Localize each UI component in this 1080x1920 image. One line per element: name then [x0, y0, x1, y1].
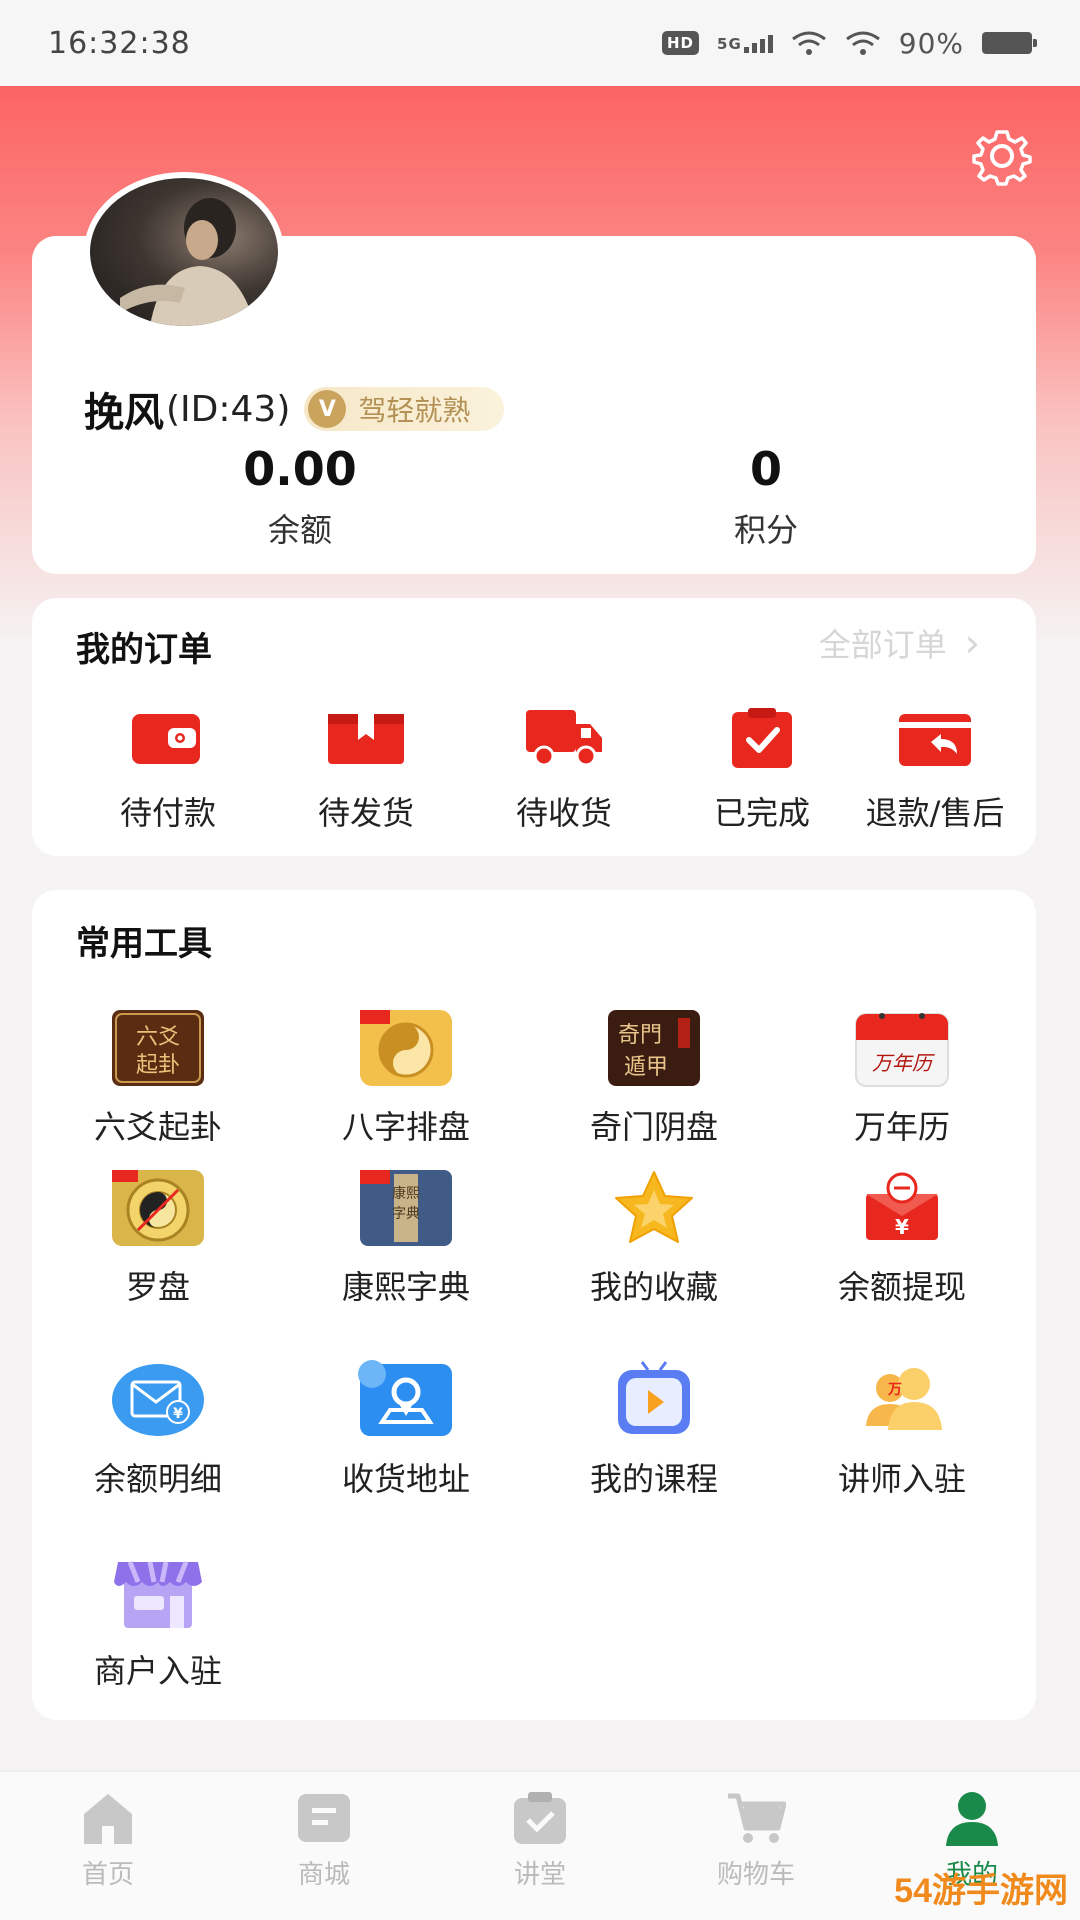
balance-stat[interactable]: 0.00 余额 [150, 444, 450, 551]
tools-title: 常用工具 [76, 924, 212, 964]
user-name: 挽风 [84, 390, 164, 436]
balance-detail-icon: ¥ [112, 1364, 204, 1436]
dictionary-icon: 康熙字典 [360, 1170, 452, 1246]
refund-icon [899, 714, 971, 766]
site-watermark: 54游手游网 [894, 1872, 1068, 1910]
tool-favorites[interactable]: 我的收藏 [529, 1168, 779, 1308]
all-orders-link[interactable]: 全部订单 › [819, 620, 980, 666]
truck-icon [526, 710, 602, 767]
compass-icon [112, 1170, 204, 1246]
svg-text:奇門: 奇門 [618, 1023, 662, 1048]
lecture-icon [514, 1792, 566, 1844]
status-time: 16:32:38 [48, 25, 191, 61]
lecturer-icon: 万 [866, 1368, 942, 1430]
orders-title: 我的订单 [76, 630, 212, 670]
calendar-icon: 万年历 [855, 1013, 949, 1087]
merchant-icon [114, 1561, 202, 1628]
svg-text:康熙: 康熙 [392, 1185, 420, 1202]
avatar[interactable] [84, 172, 284, 332]
all-orders-label: 全部订单 [818, 626, 947, 664]
wallet-icon [132, 714, 200, 764]
tool-merchant-join[interactable]: 商户入驻 [33, 1552, 283, 1692]
liuyao-icon: 六爻起卦 [112, 1010, 204, 1086]
profile-icon [946, 1792, 998, 1846]
tools-card: 常用工具 六爻 起卦 六爻起卦 八字排盘 奇門 遁甲 奇门阴盘 万年历 万年历 罗盘… [32, 890, 1036, 1720]
wifi-calling-icon [791, 31, 826, 55]
balance-value: 0.00 [243, 442, 357, 496]
order-pending-payment[interactable]: 待付款 [68, 706, 268, 834]
address-icon [358, 1360, 452, 1436]
bazi-icon [360, 1010, 452, 1086]
order-pending-shipment[interactable]: 待发货 [266, 706, 466, 834]
order-refund-aftersale[interactable]: 退款/售后 [830, 706, 1040, 834]
star-icon [615, 1171, 693, 1243]
svg-text:万年历: 万年历 [872, 1051, 935, 1075]
chevron-right-icon: › [964, 621, 980, 665]
battery-icon [982, 32, 1037, 54]
svg-text:万: 万 [887, 1382, 902, 1398]
level-badge[interactable]: V 驾轻就熟 [304, 387, 505, 431]
points-stat[interactable]: 0 积分 [616, 444, 916, 551]
tool-withdraw[interactable]: ¥ 余额提现 [777, 1168, 1027, 1308]
order-pending-receipt[interactable]: 待收货 [464, 706, 664, 834]
tool-calendar[interactable]: 万年历 万年历 [777, 1008, 1027, 1148]
svg-text:六爻: 六爻 [136, 1025, 180, 1050]
svg-text:遁甲: 遁甲 [624, 1055, 668, 1080]
tab-mall[interactable]: 商城 [216, 1772, 432, 1920]
svg-text:起卦: 起卦 [136, 1053, 180, 1078]
tool-lecturer-join[interactable]: 万 讲师入驻 [777, 1360, 1027, 1500]
tool-balance-detail[interactable]: ¥ 余额明细 [33, 1360, 283, 1500]
avatar-photo [120, 198, 255, 326]
tab-lecture[interactable]: 讲堂 [432, 1772, 648, 1920]
settings-gear-icon[interactable] [972, 126, 1032, 186]
cart-icon [728, 1793, 786, 1843]
withdraw-icon: ¥ [866, 1172, 938, 1240]
home-icon [84, 1794, 132, 1844]
user-info-row: 挽风 (ID:43) V 驾轻就熟 [84, 380, 505, 438]
battery-percent: 90% [898, 26, 964, 60]
orders-card: 我的订单 全部订单 › 待付款 待发货 待收货 已完成 退款/售后 [32, 598, 1036, 856]
tool-my-courses[interactable]: 我的课程 [529, 1360, 779, 1500]
points-value: 0 [749, 442, 782, 496]
qimen-icon: 奇門遁甲 [608, 1010, 700, 1086]
tool-kangxi-dictionary[interactable]: 康熙 字典 康熙字典 [281, 1168, 531, 1308]
course-icon [618, 1361, 690, 1434]
user-id: (ID:43) [166, 388, 291, 430]
svg-text:¥: ¥ [895, 1215, 909, 1239]
hd-icon: HD [662, 31, 700, 55]
package-icon [328, 714, 404, 764]
tool-bazi[interactable]: 八字排盘 [281, 1008, 531, 1148]
svg-text:字典: 字典 [392, 1206, 420, 1222]
svg-text:¥: ¥ [173, 1406, 183, 1422]
balance-label: 余额 [267, 510, 332, 549]
status-icons: HD 5G 90% [662, 26, 1037, 60]
tool-qimen[interactable]: 奇門 遁甲 奇门阴盘 [529, 1008, 779, 1148]
level-label: 驾轻就熟 [358, 394, 471, 427]
level-v-icon: V [308, 390, 347, 428]
tab-home[interactable]: 首页 [0, 1772, 216, 1920]
tool-liuyao[interactable]: 六爻 起卦 六爻起卦 [33, 1008, 283, 1148]
status-bar: 16:32:38 HD 5G 90% [0, 0, 1080, 86]
tool-compass[interactable]: 罗盘 [33, 1168, 283, 1308]
wifi-icon [845, 31, 880, 55]
signal-icon: 5G [717, 33, 773, 53]
clipboard-check-icon [732, 708, 792, 768]
tab-cart[interactable]: 购物车 [648, 1772, 864, 1920]
points-label: 积分 [733, 510, 798, 549]
mall-icon [298, 1794, 350, 1842]
tool-shipping-address[interactable]: 收货地址 [281, 1360, 531, 1500]
